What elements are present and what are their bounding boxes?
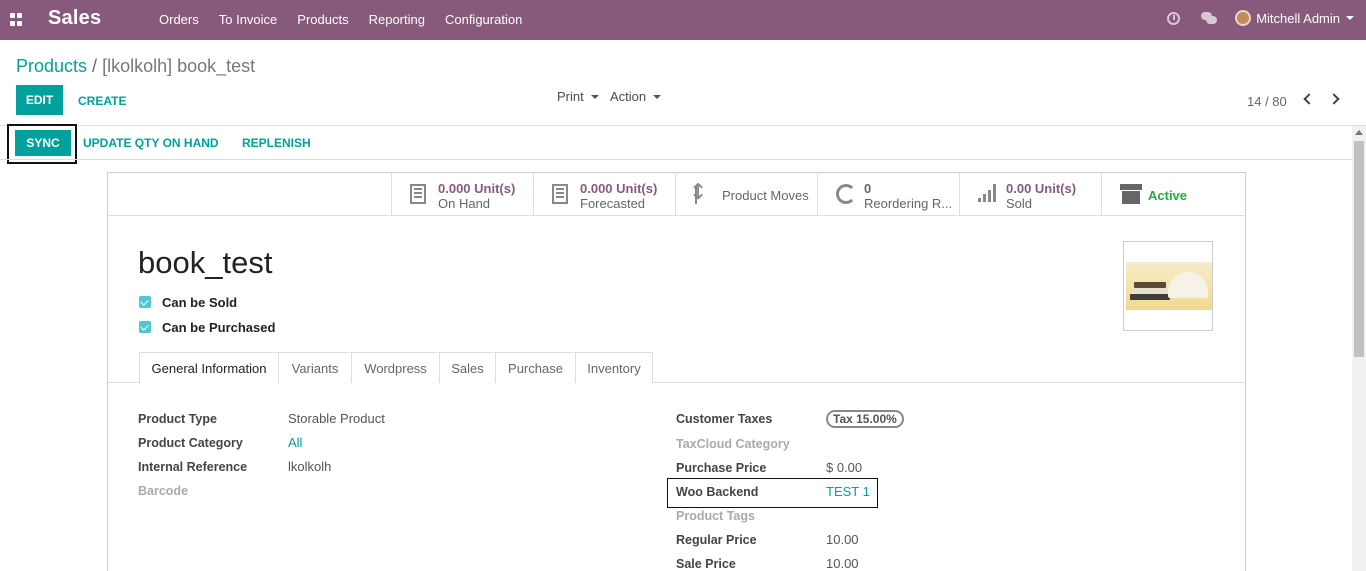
scroll-up-arrow-icon[interactable] xyxy=(1355,130,1363,135)
reordering-value: 0 xyxy=(864,181,872,196)
action-dropdown[interactable]: Action xyxy=(610,89,662,104)
chevron-down-icon xyxy=(590,94,599,99)
app-title[interactable]: Sales xyxy=(48,7,101,30)
smart-button-product-moves[interactable]: Product Moves xyxy=(675,172,817,215)
activity-clock-icon[interactable] xyxy=(1167,11,1181,25)
control-panel-divider xyxy=(0,125,1366,126)
sync-highlight-box xyxy=(7,124,77,164)
print-label: Print xyxy=(557,89,584,104)
user-menu-caret-icon[interactable] xyxy=(1346,16,1354,20)
breadcrumb-separator: / xyxy=(92,56,98,76)
woo-backend-label: Woo Backend xyxy=(676,485,759,499)
menu-orders[interactable]: Orders xyxy=(159,12,199,27)
book-shape xyxy=(1132,288,1168,294)
menu-to-invoice[interactable]: To Invoice xyxy=(219,12,278,27)
menu-configuration[interactable]: Configuration xyxy=(445,12,522,27)
tab-general-information[interactable]: General Information xyxy=(139,352,279,384)
on-hand-label: On Hand xyxy=(438,196,491,211)
regular-price-value: 10.00 xyxy=(826,532,859,547)
smart-button-reordering-rules[interactable]: 0 Reordering R... xyxy=(817,172,959,215)
pager-previous-icon[interactable] xyxy=(1303,93,1315,105)
create-button[interactable]: CREATE xyxy=(78,94,126,108)
replenish-button[interactable]: REPLENISH xyxy=(242,136,311,150)
breadcrumb-current: [lkolkolh] book_test xyxy=(102,56,256,76)
smart-button-on-hand[interactable]: 0.000 Unit(s) On Hand xyxy=(391,172,533,215)
update-qty-on-hand-button[interactable]: UPDATE QTY ON HAND xyxy=(83,136,219,150)
internal-reference-label: Internal Reference xyxy=(138,460,248,474)
book-shape xyxy=(1130,294,1170,300)
messages-chat-icon[interactable] xyxy=(1201,12,1218,24)
purchase-price-value: $ 0.00 xyxy=(826,460,863,475)
building-icon xyxy=(410,184,426,204)
chevron-down-icon xyxy=(653,94,662,99)
barcode-label: Barcode xyxy=(138,484,189,498)
product-category-label: Product Category xyxy=(138,436,243,450)
navbar-systray: Mitchell Admin xyxy=(1167,10,1354,26)
customer-taxes-badge: Tax 15.00% xyxy=(826,410,904,428)
product-moves-label: Product Moves xyxy=(722,188,809,203)
archive-icon xyxy=(1120,184,1142,204)
product-type-value: Storable Product xyxy=(288,411,385,426)
smart-button-sold[interactable]: 0.00 Unit(s) Sold xyxy=(959,172,1101,215)
scrollbar-thumb[interactable] xyxy=(1354,141,1364,357)
apps-grid-icon[interactable] xyxy=(10,13,23,26)
internal-reference-value: lkolkolh xyxy=(288,459,332,474)
menu-reporting[interactable]: Reporting xyxy=(369,12,425,27)
tab-wordpress[interactable]: Wordpress xyxy=(351,352,440,383)
active-label: Active xyxy=(1148,188,1188,203)
menu-products[interactable]: Products xyxy=(297,12,348,27)
tab-sales[interactable]: Sales xyxy=(439,352,496,383)
action-label: Action xyxy=(610,89,647,104)
can-be-purchased-checkbox[interactable] xyxy=(139,321,151,333)
edit-button[interactable]: EDIT xyxy=(16,85,63,115)
breadcrumb-products-link[interactable]: Products xyxy=(16,56,87,76)
building-icon xyxy=(552,184,568,204)
signal-bars-icon xyxy=(978,184,1000,202)
product-image[interactable] xyxy=(1123,241,1213,331)
woo-backend-link[interactable]: TEST 1 xyxy=(826,484,870,499)
main-menu: Orders To Invoice Products Reporting Con… xyxy=(159,12,542,27)
regular-price-label: Regular Price xyxy=(676,533,757,547)
user-name[interactable]: Mitchell Admin xyxy=(1256,11,1340,26)
smart-button-forecasted[interactable]: 0.000 Unit(s) Forecasted xyxy=(533,172,675,215)
product-tags-label: Product Tags xyxy=(676,509,755,523)
sold-label: Sold xyxy=(1006,196,1033,211)
product-name[interactable]: book_test xyxy=(138,245,272,281)
purchase-price-label: Purchase Price xyxy=(676,461,767,475)
customer-taxes-label: Customer Taxes xyxy=(676,412,773,426)
product-category-link[interactable]: All xyxy=(288,435,302,450)
smart-button-active[interactable]: Active xyxy=(1101,172,1243,215)
sale-price-label: Sale Price xyxy=(676,557,736,571)
tab-inventory[interactable]: Inventory xyxy=(575,352,653,383)
top-navbar: Sales Orders To Invoice Products Reporti… xyxy=(0,0,1366,40)
forecasted-value: 0.000 Unit(s) xyxy=(580,181,658,196)
user-avatar[interactable] xyxy=(1235,10,1252,26)
pager-value[interactable]: 14 / 80 xyxy=(1247,94,1287,109)
statusbar-divider xyxy=(0,159,1352,160)
up-down-arrows-icon xyxy=(689,180,707,206)
can-be-purchased-label: Can be Purchased xyxy=(162,320,276,335)
taxcloud-category-label: TaxCloud Category xyxy=(676,437,790,451)
print-dropdown[interactable]: Print xyxy=(557,89,599,104)
refresh-icon xyxy=(836,184,856,204)
tab-variants[interactable]: Variants xyxy=(278,352,352,383)
can-be-sold-checkbox[interactable] xyxy=(139,296,151,308)
on-hand-value: 0.000 Unit(s) xyxy=(438,181,516,196)
sold-value: 0.00 Unit(s) xyxy=(1006,181,1077,196)
product-type-label: Product Type xyxy=(138,412,217,426)
reordering-label: Reordering R... xyxy=(864,196,953,211)
forecasted-label: Forecasted xyxy=(580,196,646,211)
can-be-sold-label: Can be Sold xyxy=(162,295,238,310)
sale-price-value: 10.00 xyxy=(826,556,859,571)
pager-next-icon[interactable] xyxy=(1328,93,1340,105)
breadcrumb: Products / [lkolkolh] book_test xyxy=(16,56,255,77)
tab-purchase[interactable]: Purchase xyxy=(495,352,576,383)
book-shape xyxy=(1134,282,1166,288)
smart-buttons-row: 0.000 Unit(s) On Hand 0.000 Unit(s) Foreca… xyxy=(391,172,1246,216)
